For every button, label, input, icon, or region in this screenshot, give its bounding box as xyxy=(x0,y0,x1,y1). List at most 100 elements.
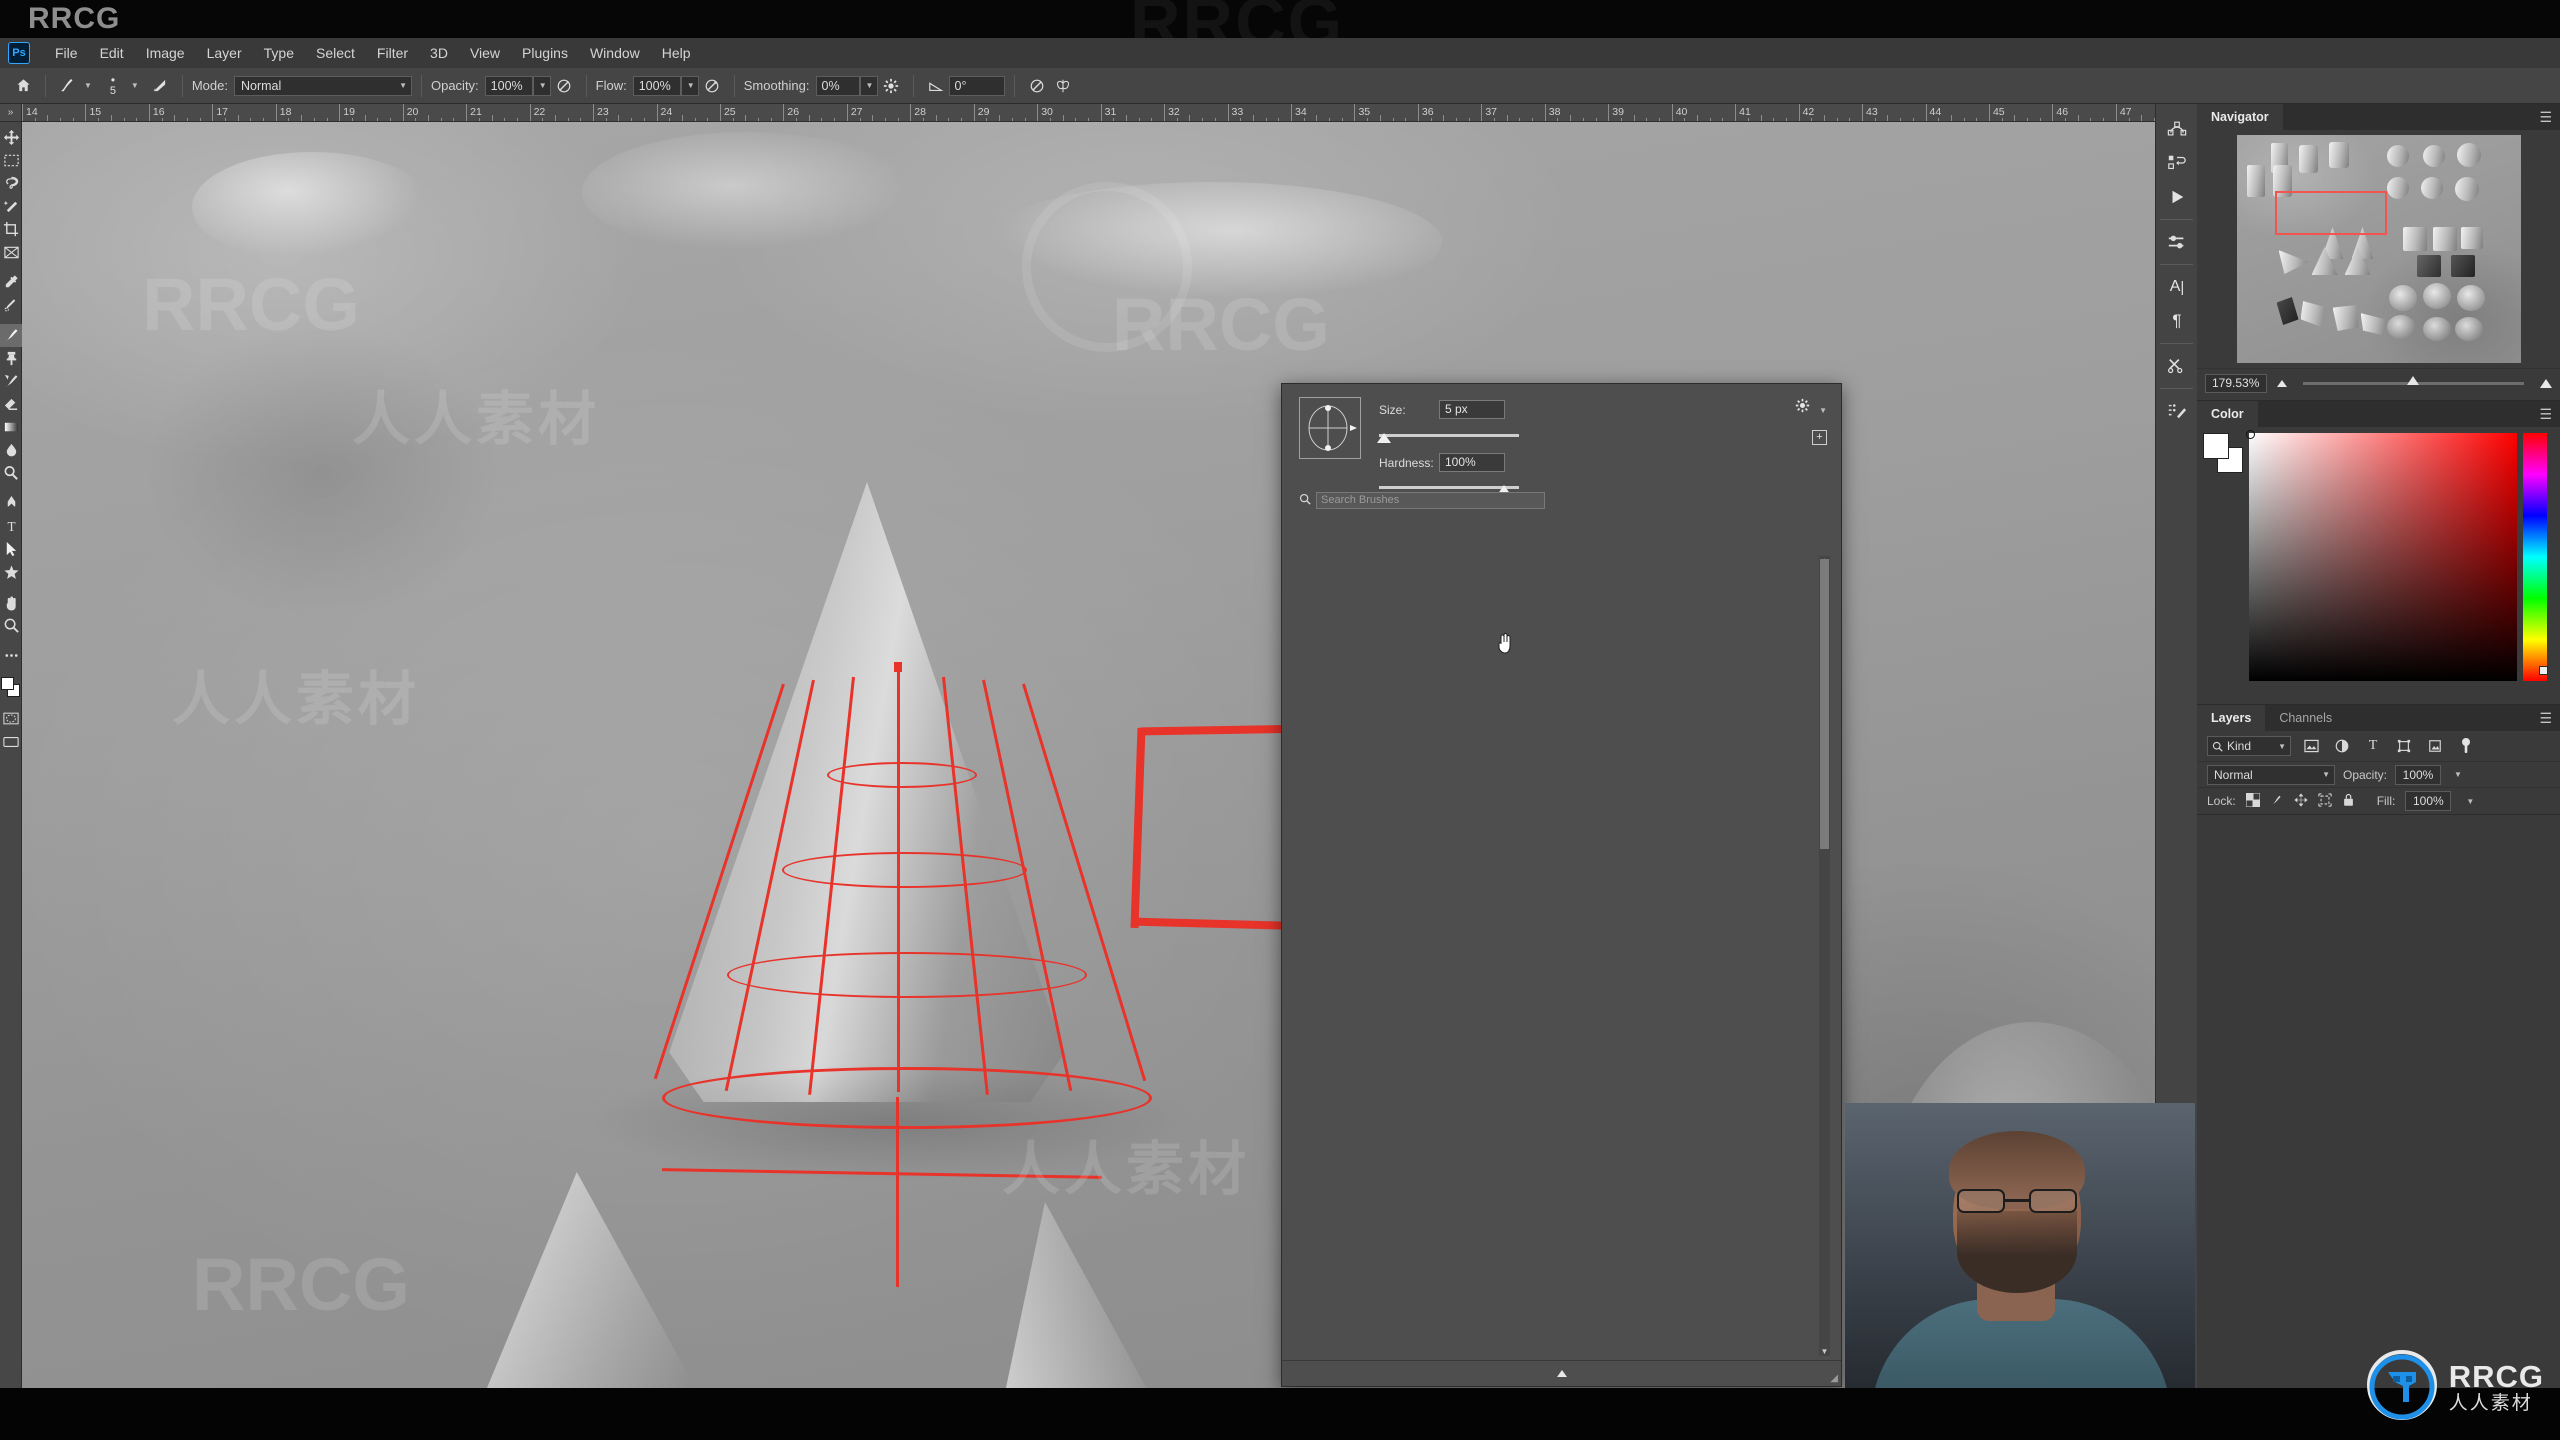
menu-item-file[interactable]: File xyxy=(44,38,89,68)
tools-options-icon[interactable] xyxy=(2156,349,2198,383)
brush-size-slider[interactable] xyxy=(1379,434,1519,437)
screen-mode-toggle[interactable] xyxy=(0,730,22,753)
brush-angle-input[interactable]: 0° xyxy=(948,75,1005,96)
gradient-tool[interactable] xyxy=(0,416,22,439)
lock-image-pixels-icon[interactable] xyxy=(2270,793,2284,810)
panel-resize-grip-icon[interactable] xyxy=(1555,1366,1569,1381)
toolbar-color-swatches[interactable] xyxy=(0,673,22,707)
lasso-tool[interactable] xyxy=(0,172,22,195)
pen-tool[interactable] xyxy=(0,492,22,515)
lock-position-icon[interactable] xyxy=(2294,792,2308,810)
brush-search-input[interactable]: Search Brushes xyxy=(1316,492,1545,509)
brush-tool[interactable] xyxy=(0,324,22,347)
airbrush-icon[interactable] xyxy=(699,73,725,99)
lock-all-icon[interactable] xyxy=(2342,793,2355,810)
paths-panel-icon[interactable] xyxy=(2156,112,2198,146)
pressure-opacity-icon[interactable] xyxy=(551,73,577,99)
flow-input[interactable]: 100% xyxy=(632,75,681,96)
brush-size-slider-handle[interactable] xyxy=(1377,433,1391,443)
menu-item-edit[interactable]: Edit xyxy=(89,38,135,68)
filter-toggle-icon[interactable] xyxy=(2455,736,2477,756)
menu-item-window[interactable]: Window xyxy=(579,38,651,68)
smart-object-filter-icon[interactable] xyxy=(2424,736,2446,756)
brush-angle-icon[interactable] xyxy=(923,73,949,99)
crop-tool[interactable] xyxy=(0,218,22,241)
character-panel-icon[interactable]: A | xyxy=(2156,270,2198,304)
navigator-view-rectangle[interactable] xyxy=(2274,191,2387,235)
brush-tip-preview[interactable] xyxy=(1299,397,1361,459)
shape-layer-filter-icon[interactable] xyxy=(2393,736,2415,756)
custom-shape-tool[interactable] xyxy=(0,561,22,584)
brush-settings-panel-icon[interactable] xyxy=(2156,394,2198,428)
menu-item-help[interactable]: Help xyxy=(651,38,702,68)
brush-settings-icon[interactable] xyxy=(147,73,173,99)
foreground-color-swatch[interactable] xyxy=(1,677,14,690)
adjustments-icon[interactable] xyxy=(2156,225,2198,259)
eyedropper-tool[interactable] xyxy=(0,271,22,294)
zoom-slider[interactable] xyxy=(2303,376,2524,385)
blend-mode-select[interactable]: Normal ▼ xyxy=(233,75,412,96)
layer-opacity-input[interactable]: 100% xyxy=(2395,764,2442,785)
pressure-size-icon[interactable] xyxy=(1024,73,1050,99)
smoothing-chevron-down-icon[interactable]: ▼ xyxy=(859,75,878,96)
menu-item-select[interactable]: Select xyxy=(305,38,366,68)
menu-item-3d[interactable]: 3D xyxy=(419,38,459,68)
layer-fill-input[interactable]: 100% xyxy=(2405,791,2452,811)
blur-tool[interactable] xyxy=(0,439,22,462)
type-layer-filter-icon[interactable]: T xyxy=(2362,736,2384,756)
tab-channels[interactable]: Channels xyxy=(2265,705,2346,731)
spot-healing-brush-tool[interactable] xyxy=(0,294,22,317)
brush-preset-chevron-down-icon[interactable]: ▼ xyxy=(84,81,92,90)
symmetry-butterfly-icon[interactable] xyxy=(1050,73,1076,99)
rectangular-marquee-tool[interactable] xyxy=(0,149,22,172)
dodge-tool[interactable] xyxy=(0,462,22,485)
tab-color[interactable]: Color xyxy=(2197,401,2258,427)
brush-size-input[interactable]: 5 px xyxy=(1439,400,1505,419)
lock-artboard-icon[interactable] xyxy=(2318,792,2332,810)
brush-preset-picker-panel[interactable]: Size: 5 px Hardness: 100% ▼ + Search Bru… xyxy=(1281,383,1842,1387)
scrollbar-thumb[interactable] xyxy=(1820,559,1829,849)
brush-panel-gear-icon[interactable]: ▼ xyxy=(1795,398,1827,416)
lock-transparent-pixels-icon[interactable] xyxy=(2245,792,2261,810)
brush-preset-icon[interactable] xyxy=(55,74,79,98)
tab-navigator[interactable]: Navigator xyxy=(2197,104,2283,130)
home-icon[interactable] xyxy=(10,73,36,99)
timeline-play-icon[interactable] xyxy=(2156,180,2198,214)
pixel-layer-filter-icon[interactable] xyxy=(2300,736,2322,756)
frame-tool[interactable] xyxy=(0,241,22,264)
zoom-out-icon[interactable] xyxy=(2277,380,2287,387)
brush-hardness-input[interactable]: 100% xyxy=(1439,453,1505,472)
menu-item-type[interactable]: Type xyxy=(253,38,305,68)
scroll-down-arrow-icon[interactable]: ▼ xyxy=(1820,1347,1829,1356)
ruler-corner[interactable]: » xyxy=(0,104,22,122)
color-picker-marker[interactable] xyxy=(2246,430,2255,439)
hand-tool[interactable] xyxy=(0,591,22,614)
edit-toolbar-tool[interactable] xyxy=(0,644,22,667)
tab-layers[interactable]: Layers xyxy=(2197,705,2266,731)
menu-item-filter[interactable]: Filter xyxy=(366,38,419,68)
panel-menu-icon[interactable]: ☰ xyxy=(2539,711,2552,725)
layer-filter-kind-select[interactable]: Kind ▼ xyxy=(2207,736,2291,756)
menu-item-plugins[interactable]: Plugins xyxy=(511,38,579,68)
adjustment-layer-filter-icon[interactable] xyxy=(2331,736,2353,756)
opacity-input[interactable]: 100% xyxy=(484,75,533,96)
panel-menu-icon[interactable]: ☰ xyxy=(2539,110,2552,124)
path-selection-tool[interactable] xyxy=(0,538,22,561)
move-tool[interactable] xyxy=(0,126,22,149)
opacity-chevron-down-icon[interactable]: ▼ xyxy=(532,75,551,96)
navigator-thumbnail-area[interactable] xyxy=(2197,130,2560,368)
paragraph-panel-icon[interactable]: ¶ xyxy=(2156,304,2198,338)
brush-list-scrollbar[interactable]: ▲ ▼ xyxy=(1819,556,1830,1356)
layer-fill-chevron-down-icon[interactable]: ▼ xyxy=(2466,797,2474,806)
quick-selection-tool[interactable] xyxy=(0,195,22,218)
horizontal-type-tool[interactable]: T xyxy=(0,515,22,538)
zoom-slider-handle[interactable] xyxy=(2406,376,2419,385)
color-spectrum-field[interactable] xyxy=(2246,430,2517,681)
history-brush-tool[interactable] xyxy=(0,370,22,393)
menu-item-image[interactable]: Image xyxy=(135,38,196,68)
menu-item-view[interactable]: View xyxy=(459,38,511,68)
panel-menu-icon[interactable]: ☰ xyxy=(2539,407,2552,421)
menu-item-layer[interactable]: Layer xyxy=(196,38,253,68)
foreground-color-swatch[interactable] xyxy=(2203,433,2229,459)
foreground-background-swatches[interactable] xyxy=(2203,433,2243,473)
